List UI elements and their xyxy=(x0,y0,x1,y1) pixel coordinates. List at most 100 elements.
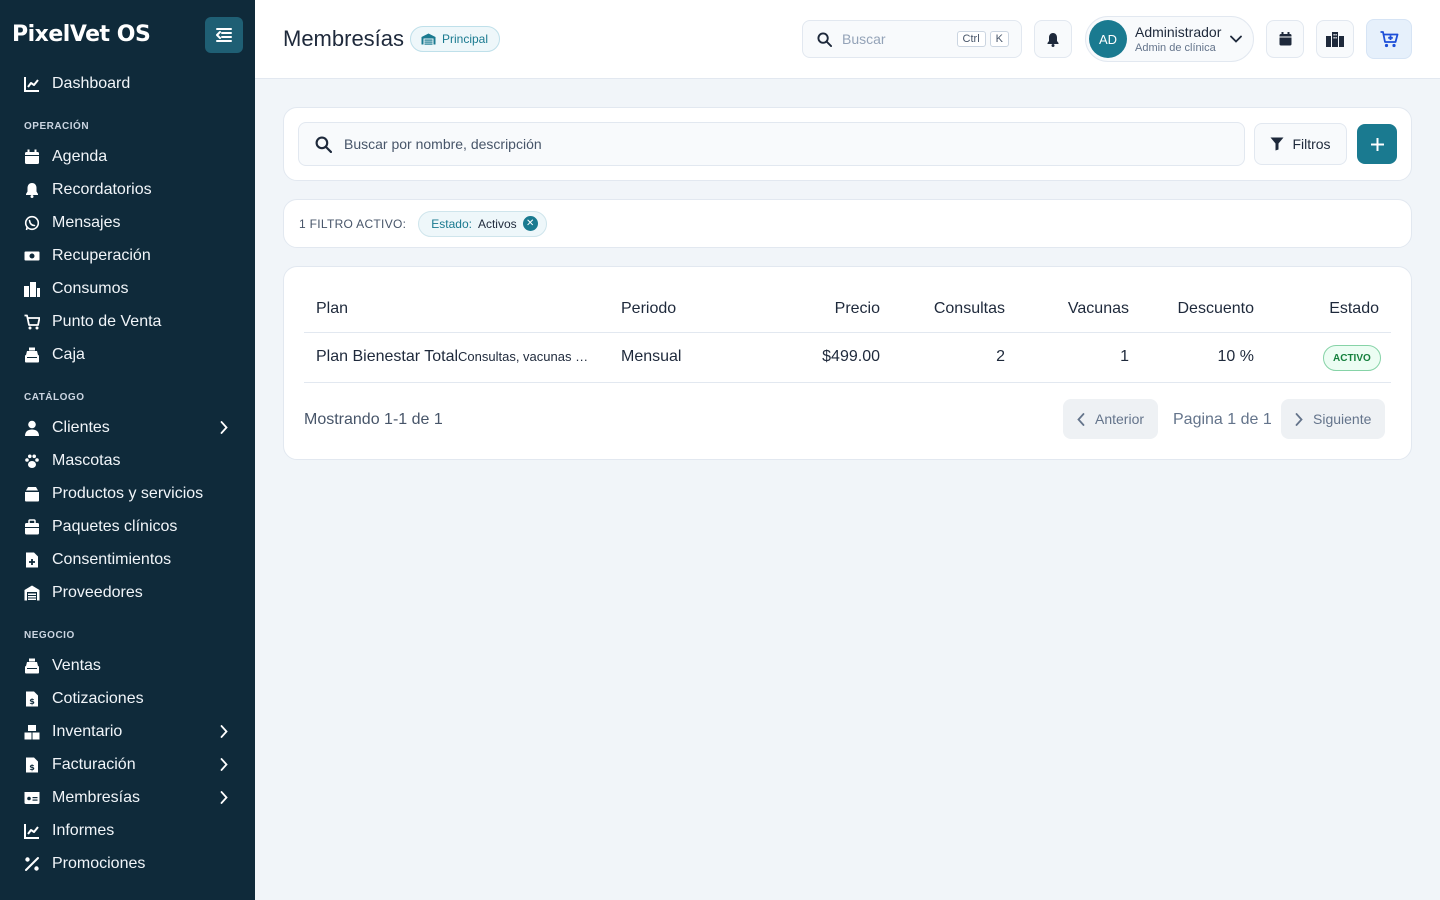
collapse-sidebar-button[interactable] xyxy=(205,17,243,53)
user-menu[interactable]: AD Administrador Admin de clínica xyxy=(1085,16,1254,62)
list-search-placeholder: Buscar por nombre, descripción xyxy=(344,136,542,152)
id-card-icon xyxy=(24,790,40,806)
building-icon xyxy=(24,281,40,297)
sidebar-section-title: NEGOCIO xyxy=(24,630,75,641)
sidebar-item-promociones[interactable]: Promociones xyxy=(0,847,255,880)
plan-description: Consultas, vacunas … xyxy=(458,349,589,364)
previous-label: Anterior xyxy=(1095,411,1145,427)
sidebar-item-consumos[interactable]: Consumos xyxy=(0,272,255,305)
column-header-periodo[interactable]: Periodo xyxy=(621,300,676,318)
chart-line-icon xyxy=(24,823,40,839)
chart-line-icon xyxy=(24,76,40,92)
paw-icon xyxy=(24,453,40,469)
brand-logo: PixelVet OS xyxy=(12,22,151,47)
sidebar-nav: Dashboard OPERACIÓN Agenda Recordatorios Men… xyxy=(0,67,255,880)
column-header-precio[interactable]: Precio xyxy=(835,300,880,318)
warehouse-icon xyxy=(421,33,436,45)
calendar-icon xyxy=(1279,32,1291,46)
next-page-button[interactable]: Siguiente xyxy=(1281,399,1386,439)
branch-label: Principal xyxy=(442,32,489,46)
sidebar-section-title: CATÁLOGO xyxy=(24,392,85,403)
active-filters-bar: 1 FILTRO ACTIVO: Estado: Activos ✕ xyxy=(283,199,1412,248)
sidebar-item-consentimientos[interactable]: Consentimientos xyxy=(0,543,255,576)
sidebar-section-title: OPERACIÓN xyxy=(24,121,90,132)
chevron-right-icon xyxy=(220,725,228,738)
discount-cell: 10 % xyxy=(1217,348,1254,365)
sidebar-item-label: Consumos xyxy=(52,279,129,297)
filter-chip-estado[interactable]: Estado: Activos ✕ xyxy=(418,210,547,237)
global-search[interactable]: Buscar Ctrl K xyxy=(802,20,1022,58)
chevron-down-icon xyxy=(1230,35,1242,43)
sidebar-item-caja[interactable]: Caja xyxy=(0,338,255,371)
memberships-table: Plan Periodo Precio Consultas Vacunas De… xyxy=(283,266,1412,460)
cash-register-icon xyxy=(24,658,40,674)
remove-filter-icon[interactable]: ✕ xyxy=(522,216,538,231)
next-label: Siguiente xyxy=(1313,411,1372,427)
sidebar-item-label: Membresías xyxy=(52,788,141,806)
filter-chip-key: Estado: xyxy=(431,216,472,231)
sidebar-item-clientes[interactable]: Clientes xyxy=(0,411,255,444)
header-divider xyxy=(304,332,1391,333)
sidebar-item-label: Mensajes xyxy=(52,213,121,231)
file-invoice-dollar-icon: $ xyxy=(24,691,40,707)
sidebar-item-inventario[interactable]: Inventario xyxy=(0,715,255,748)
sidebar-item-recuperacion[interactable]: Recuperación xyxy=(0,239,255,272)
chevron-right-icon xyxy=(220,791,228,804)
price-cell: $499.00 xyxy=(822,348,880,365)
shortcut-key-ctrl: Ctrl xyxy=(956,31,986,47)
filters-button[interactable]: Filtros xyxy=(1254,123,1347,165)
money-icon xyxy=(24,248,40,264)
sidebar-item-informes[interactable]: Informes xyxy=(0,814,255,847)
sidebar-item-proveedores[interactable]: Proveedores xyxy=(0,576,255,609)
filter-icon xyxy=(1270,137,1284,151)
column-header-plan[interactable]: Plan xyxy=(316,300,348,318)
warehouse-icon xyxy=(24,585,40,601)
sidebar: PixelVet OS Dashboard OPERACIÓN Agenda Reco… xyxy=(0,0,255,900)
inventory-button[interactable] xyxy=(1316,20,1354,58)
pos-cart-button[interactable] xyxy=(1366,19,1412,59)
sidebar-item-paquetes-clinicos[interactable]: Paquetes clínicos xyxy=(0,510,255,543)
list-search-input[interactable]: Buscar por nombre, descripción xyxy=(298,122,1245,166)
sidebar-item-facturacion[interactable]: $ Facturación xyxy=(0,748,255,781)
sidebar-item-label: Dashboard xyxy=(52,74,131,92)
cart-plus-icon xyxy=(1380,30,1398,47)
chevron-right-icon xyxy=(1295,412,1303,426)
sidebar-item-mascotas[interactable]: Mascotas xyxy=(0,444,255,477)
sidebar-item-punto-de-venta[interactable]: Punto de Venta xyxy=(0,305,255,338)
column-header-vacunas[interactable]: Vacunas xyxy=(1068,300,1129,318)
column-header-consultas[interactable]: Consultas xyxy=(934,300,1005,318)
pagination-summary: Mostrando 1-1 de 1 xyxy=(304,411,443,428)
sidebar-item-label: Recuperación xyxy=(52,246,151,264)
branch-badge[interactable]: Principal xyxy=(410,26,501,52)
calendar-button[interactable] xyxy=(1266,20,1304,58)
sidebar-item-label: Consentimientos xyxy=(52,550,172,568)
sidebar-item-mensajes[interactable]: Mensajes xyxy=(0,206,255,239)
sidebar-item-membresias[interactable]: Membresías xyxy=(0,781,255,814)
column-header-estado[interactable]: Estado xyxy=(1329,300,1379,318)
sidebar-item-label: Ventas xyxy=(52,656,101,674)
notifications-button[interactable] xyxy=(1034,20,1072,58)
previous-page-button[interactable]: Anterior xyxy=(1063,399,1159,439)
sidebar-item-label: Informes xyxy=(52,821,115,839)
sidebar-item-cotizaciones[interactable]: $ Cotizaciones xyxy=(0,682,255,715)
period-cell: Mensual xyxy=(621,348,682,365)
plus-icon xyxy=(1370,137,1384,151)
add-membership-button[interactable] xyxy=(1357,124,1397,164)
user-role: Admin de clínica xyxy=(1135,42,1216,54)
bell-icon xyxy=(1047,32,1059,47)
bell-icon xyxy=(24,182,40,198)
whatsapp-icon xyxy=(24,215,40,231)
sidebar-item-ventas[interactable]: Ventas xyxy=(0,649,255,682)
chevron-right-icon xyxy=(220,421,228,434)
page-indicator: Pagina 1 de 1 xyxy=(1173,411,1272,428)
box-icon xyxy=(24,486,40,502)
sidebar-item-agenda[interactable]: Agenda xyxy=(0,140,255,173)
filters-label: Filtros xyxy=(1292,136,1331,152)
plan-cell: Plan Bienestar TotalConsultas, vacunas … xyxy=(316,348,596,366)
svg-text:$: $ xyxy=(29,763,35,772)
sidebar-item-dashboard[interactable]: Dashboard xyxy=(0,67,255,100)
column-header-descuento[interactable]: Descuento xyxy=(1178,300,1255,318)
filter-chip-value: Activos xyxy=(477,216,517,231)
sidebar-item-recordatorios[interactable]: Recordatorios xyxy=(0,173,255,206)
sidebar-item-productos-y-servicios[interactable]: Productos y servicios xyxy=(0,477,255,510)
